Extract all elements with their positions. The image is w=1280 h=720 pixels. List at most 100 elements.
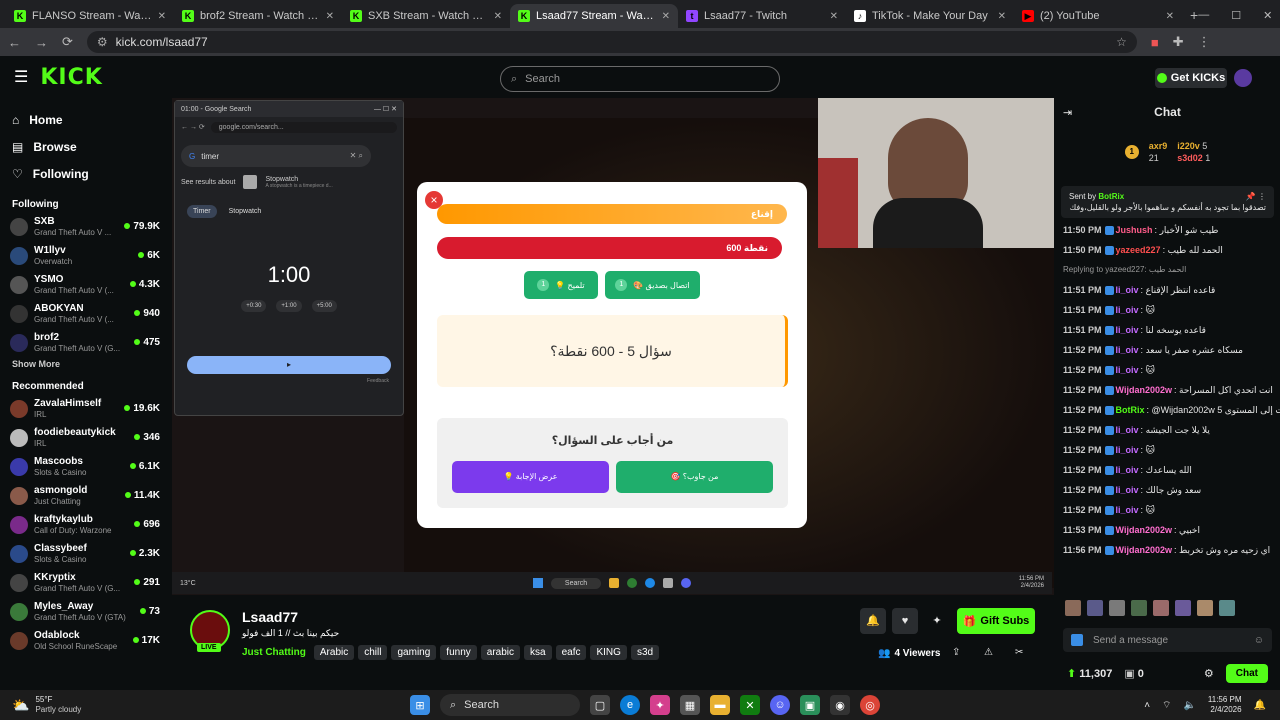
tab-close-icon[interactable]: ✕ bbox=[998, 11, 1006, 22]
stream-tag[interactable]: eafc bbox=[555, 645, 587, 660]
message-username[interactable]: yazeed227 bbox=[1116, 245, 1161, 255]
channel-item[interactable]: Odablock Old School RuneScape 17K bbox=[0, 626, 170, 655]
app-icon[interactable]: ▣ bbox=[800, 695, 820, 715]
notification-icon[interactable]: 🔔 bbox=[1254, 700, 1266, 711]
streamer-name[interactable]: Lsaad77 bbox=[242, 609, 298, 625]
reload-icon[interactable]: ⟳ bbox=[62, 34, 73, 50]
message-username[interactable]: li_oiv bbox=[1116, 485, 1139, 495]
browser-tab[interactable]: K Lsaad77 Stream - Watch Live o ✕ bbox=[510, 4, 678, 28]
copilot-icon[interactable]: ✦ bbox=[650, 695, 670, 715]
search-input[interactable]: ⌕ Search bbox=[500, 66, 780, 92]
browser-tab[interactable]: K FLANSO Stream - Watch Live o ✕ bbox=[6, 4, 174, 28]
chat-send-button[interactable]: Chat bbox=[1225, 663, 1268, 683]
channel-item[interactable]: SXB Grand Theft Auto V ... 79.9K bbox=[0, 212, 170, 241]
tab-close-icon[interactable]: ✕ bbox=[158, 11, 166, 22]
gift-subs-button[interactable]: 🎁 Gift Subs bbox=[957, 608, 1035, 634]
puzzle-icon[interactable]: ✚ bbox=[1173, 34, 1184, 50]
report-icon[interactable]: ⚠ bbox=[984, 647, 993, 658]
show-more-link[interactable]: Show More bbox=[0, 357, 170, 369]
channel-item[interactable]: KKryptix Grand Theft Auto V (G... 291 bbox=[0, 568, 170, 597]
get-kicks-button[interactable]: Get KICKs bbox=[1155, 68, 1227, 88]
stream-tag[interactable]: gaming bbox=[391, 645, 437, 660]
follow-heart-icon[interactable]: ♥ bbox=[892, 608, 918, 634]
notification-bell-icon[interactable]: 🔔 bbox=[860, 608, 886, 634]
message-username[interactable]: li_oiv bbox=[1116, 365, 1139, 375]
nav-browse[interactable]: ▤ Browse bbox=[0, 133, 170, 160]
chat-input[interactable]: Send a message ☺ bbox=[1063, 628, 1272, 652]
message-username[interactable]: li_oiv bbox=[1116, 305, 1139, 315]
browser-tab[interactable]: Kbrof2 Stream - Watch Live on K ✕ bbox=[174, 4, 342, 28]
stream-category[interactable]: Just Chatting bbox=[242, 647, 306, 658]
browser-tab[interactable]: K SXB Stream - Watch Live on Ki ✕ bbox=[342, 4, 510, 28]
tab-close-icon[interactable]: ✕ bbox=[662, 11, 670, 22]
obs-icon[interactable]: ◉ bbox=[830, 695, 850, 715]
nav-following[interactable]: ♡ Following bbox=[0, 160, 170, 187]
tab-close-icon[interactable]: ✕ bbox=[830, 11, 838, 22]
message-username[interactable]: Wijdan2002w bbox=[1116, 545, 1172, 555]
browser-tab[interactable]: ▶ (2) YouTube ✕ bbox=[1014, 4, 1182, 28]
share-icon[interactable]: ⇪ bbox=[952, 647, 960, 658]
browser-tab[interactable]: t Lsaad77 - Twitch ✕ bbox=[678, 4, 846, 28]
message-username[interactable]: li_oiv bbox=[1116, 445, 1139, 455]
xbox-icon[interactable]: ✕ bbox=[740, 695, 760, 715]
channel-item[interactable]: Mascoobs Slots & Casino 6.1K bbox=[0, 452, 170, 481]
back-icon[interactable]: ← bbox=[8, 35, 21, 50]
points-display[interactable]: ⬆ 11,307 bbox=[1067, 667, 1112, 680]
message-username[interactable]: BotRix bbox=[1116, 405, 1145, 415]
tab-close-icon[interactable]: ✕ bbox=[494, 11, 502, 22]
tray-chevron-icon[interactable]: ˄ bbox=[1144, 700, 1150, 711]
browser-tab[interactable]: ♪ TikTok - Make Your Day ✕ bbox=[846, 4, 1014, 28]
channel-item[interactable]: ZavalaHimself IRL 19.6K bbox=[0, 394, 170, 423]
channel-item[interactable]: asmongold Just Chatting 11.4K bbox=[0, 481, 170, 510]
message-username[interactable]: Wijdan2002w bbox=[1116, 525, 1172, 535]
file-explorer-icon[interactable]: ▬ bbox=[710, 695, 730, 715]
wifi-icon[interactable]: ⌔ bbox=[1162, 699, 1171, 712]
tab-close-icon[interactable]: ✕ bbox=[1166, 11, 1174, 22]
user-avatar[interactable] bbox=[1234, 69, 1252, 87]
stream-tag[interactable]: s3d bbox=[630, 645, 660, 660]
os-clock[interactable]: 11:56 PM 2/4/2026 bbox=[1208, 695, 1242, 715]
forward-icon[interactable]: → bbox=[35, 35, 48, 50]
site-info-icon[interactable]: ⚙ bbox=[97, 35, 108, 49]
subscribe-star-icon[interactable]: ✦ bbox=[924, 608, 950, 634]
message-username[interactable]: li_oiv bbox=[1116, 325, 1139, 335]
close-window-icon[interactable]: ✕ bbox=[1263, 9, 1272, 22]
stream-tag[interactable]: chill bbox=[358, 645, 388, 660]
minimize-icon[interactable]: — bbox=[1198, 9, 1209, 22]
show-answer-button[interactable]: 💡 عرض الإجابة bbox=[452, 461, 609, 493]
channel-item[interactable]: W1llyv Overwatch 6K bbox=[0, 241, 170, 270]
hamburger-menu-icon[interactable]: ☰ bbox=[14, 67, 28, 87]
message-username[interactable]: li_oiv bbox=[1116, 345, 1139, 355]
clip-icon[interactable]: ✂ bbox=[1015, 647, 1023, 658]
bookmark-star-icon[interactable]: ☆ bbox=[1116, 35, 1127, 49]
channel-item[interactable]: foodiebeautykick IRL 346 bbox=[0, 423, 170, 452]
extension-icon[interactable]: ■ bbox=[1151, 35, 1159, 50]
channel-item[interactable]: kraftykaylub Call of Duty: Warzone 696 bbox=[0, 510, 170, 539]
channel-item[interactable]: Classybeef Slots & Casino 2.3K bbox=[0, 539, 170, 568]
tab-close-icon[interactable]: ✕ bbox=[326, 11, 334, 22]
volume-icon[interactable]: 🔈 bbox=[1183, 700, 1195, 711]
edge-icon[interactable]: e bbox=[620, 695, 640, 715]
nav-home[interactable]: ⌂ Home bbox=[0, 106, 170, 133]
stream-tag[interactable]: KING bbox=[590, 645, 627, 660]
message-username[interactable]: Jushush bbox=[1116, 225, 1153, 235]
kick-logo[interactable]: KICK bbox=[40, 65, 102, 90]
discord-icon[interactable]: ☺ bbox=[770, 695, 790, 715]
chat-settings-icon[interactable]: ⚙ bbox=[1204, 667, 1214, 680]
task-view-icon[interactable]: ▢ bbox=[590, 695, 610, 715]
os-search-box[interactable]: ⌕ Search bbox=[440, 694, 580, 716]
stream-tag[interactable]: Arabic bbox=[313, 645, 355, 660]
who-answered-button[interactable]: 🎯 من جاوب؟ bbox=[616, 461, 773, 493]
menu-dots-icon[interactable]: ⋮ bbox=[1198, 34, 1211, 50]
stream-tag[interactable]: arabic bbox=[480, 645, 521, 660]
stream-tag[interactable]: funny bbox=[440, 645, 477, 660]
message-username[interactable]: li_oiv bbox=[1116, 505, 1139, 515]
hint-button[interactable]: 1 💡 تلميح bbox=[524, 271, 598, 299]
channel-item[interactable]: brof2 Grand Theft Auto V (G... 475 bbox=[0, 328, 170, 357]
channel-item[interactable]: Myles_Away Grand Theft Auto V (GTA) 73 bbox=[0, 597, 170, 626]
message-username[interactable]: Wijdan2002w bbox=[1116, 385, 1172, 395]
kicks-balance[interactable]: ▣ 0 bbox=[1124, 667, 1144, 680]
new-tab-button[interactable]: + bbox=[1190, 7, 1198, 23]
address-bar[interactable]: ⚙ kick.com/lsaad77 ☆ bbox=[86, 31, 1137, 53]
start-icon[interactable]: ⊞ bbox=[410, 695, 430, 715]
